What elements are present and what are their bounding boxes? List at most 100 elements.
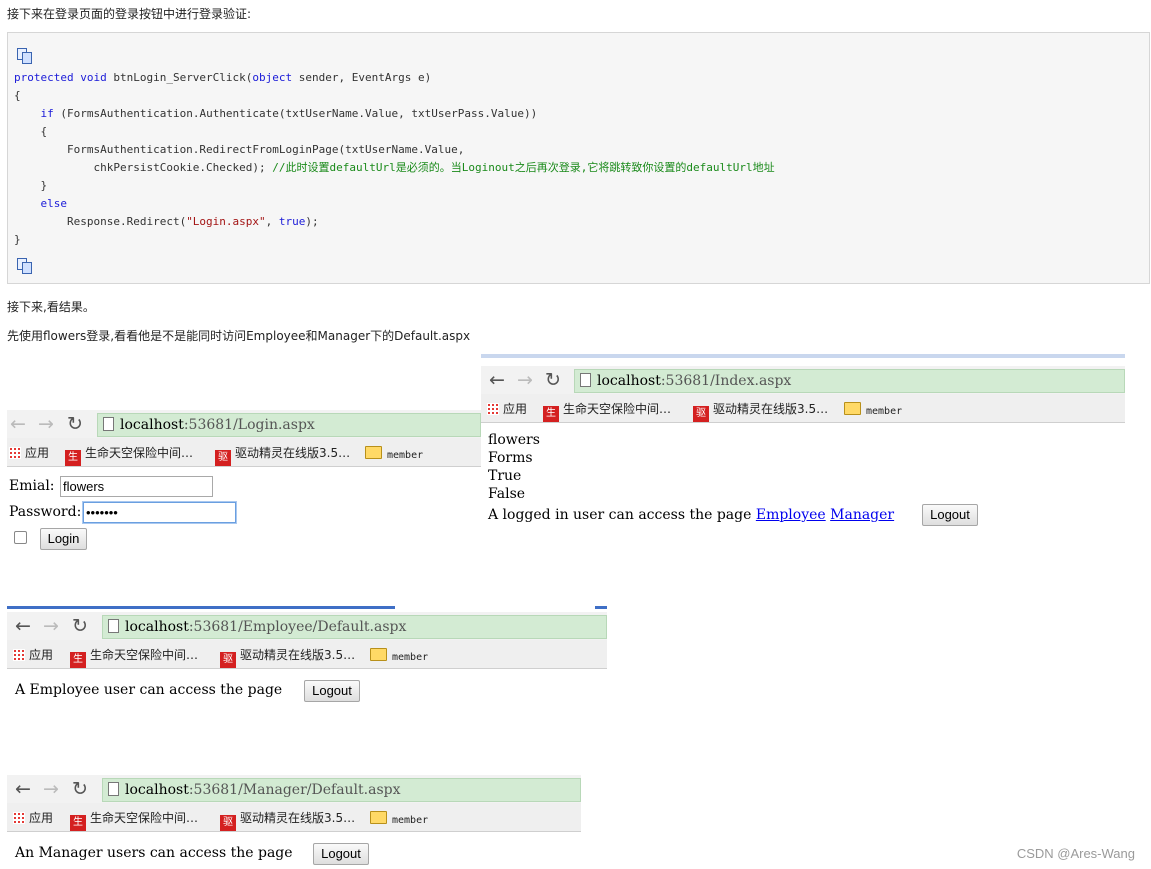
apps-grid-icon [9, 447, 21, 459]
copy-icon[interactable] [16, 258, 32, 274]
bookmark-1[interactable]: 生生命天空保险中间… [70, 809, 198, 831]
logout-button[interactable]: Logout [313, 843, 369, 865]
email-label: Emial: [9, 478, 55, 494]
test-description-text: 先使用flowers登录,看看他是不是能同时访问Employee和Manager… [7, 329, 471, 343]
employee-browser-window: ← → ↻ localhost:53681/Employee/Default.a… [7, 606, 607, 710]
password-field[interactable]: ••••••• [83, 502, 236, 523]
nav-bar: ← → ↻ localhost:53681/Login.aspx [7, 410, 481, 438]
apps-grid-icon [13, 649, 25, 661]
code-line: FormsAuthentication.RedirectFromLoginPag… [14, 143, 465, 156]
reload-icon[interactable]: ↻ [72, 778, 88, 800]
employee-link[interactable]: Employee [756, 507, 826, 523]
address-bar[interactable]: localhost:53681/Login.aspx [97, 413, 481, 437]
page-icon [103, 417, 114, 431]
code-line: protected void btnLogin_ServerClick(obje… [14, 71, 432, 84]
nav-bar: ← → ↻ localhost:53681/Manager/Default.as… [7, 775, 581, 803]
email-field[interactable]: flowers [60, 476, 213, 497]
forward-arrow-icon[interactable]: → [43, 778, 59, 800]
bookmark-site-icon: 驱 [220, 652, 236, 668]
forward-arrow-icon[interactable]: → [38, 413, 54, 435]
bookmark-site-icon: 驱 [215, 450, 231, 466]
window-title-strip [7, 606, 395, 609]
bookmark-2[interactable]: 驱驱动精灵在线版3.5… [220, 809, 355, 831]
folder-icon [844, 402, 861, 415]
page-icon [108, 619, 119, 633]
code-listing: protected void btnLogin_ServerClick(obje… [14, 69, 775, 249]
bookmark-1[interactable]: 生生命天空保险中间… [543, 400, 671, 422]
logout-button[interactable]: Logout [922, 504, 978, 526]
folder-icon [370, 648, 387, 661]
bookmark-1[interactable]: 生生命天空保险中间… [70, 646, 198, 668]
bookmark-site-icon: 驱 [693, 406, 709, 422]
bookmarks-bar: 应用 生生命天空保险中间… 驱驱动精灵在线版3.5… member [481, 394, 1125, 423]
bookmark-2[interactable]: 驱驱动精灵在线版3.5… [215, 444, 350, 466]
login-button[interactable]: Login [40, 528, 87, 550]
code-line: } [14, 233, 21, 246]
bookmark-member[interactable]: member [844, 402, 902, 417]
back-arrow-icon[interactable]: ← [15, 615, 31, 637]
code-line: chkPersistCookie.Checked); //此时设置default… [14, 161, 775, 174]
nav-bar: ← → ↻ localhost:53681/Index.aspx [481, 366, 1125, 394]
index-browser-window: ← → ↻ localhost:53681/Index.aspx 应用 生生命天… [481, 354, 1125, 532]
folder-icon [365, 446, 382, 459]
window-title-strip [481, 354, 1125, 358]
bookmarks-bar: 应用 生生命天空保险中间… 驱驱动精灵在线版3.5… member [7, 803, 581, 832]
apps-grid-icon [13, 812, 25, 824]
bookmark-site-icon: 驱 [220, 815, 236, 831]
nav-bar: ← → ↻ localhost:53681/Employee/Default.a… [7, 612, 607, 640]
back-arrow-icon[interactable]: ← [489, 369, 505, 391]
persist-cookie-checkbox[interactable] [14, 531, 27, 544]
forward-arrow-icon[interactable]: → [43, 615, 59, 637]
bookmark-apps[interactable]: 应用 [9, 444, 49, 461]
code-block: protected void btnLogin_ServerClick(obje… [7, 32, 1150, 284]
bookmark-member[interactable]: member [370, 811, 428, 826]
password-label: Password: [9, 504, 82, 520]
is-authenticated-line: True [488, 468, 522, 484]
page-icon [580, 373, 591, 387]
bookmark-site-icon: 生 [70, 652, 86, 668]
reload-icon[interactable]: ↻ [72, 615, 88, 637]
address-bar[interactable]: localhost:53681/Index.aspx [574, 369, 1125, 393]
code-line: { [14, 89, 21, 102]
bookmark-1[interactable]: 生生命天空保险中间… [65, 444, 193, 466]
code-line: if (FormsAuthentication.Authenticate(txt… [40, 107, 538, 120]
manager-browser-window: ← → ↻ localhost:53681/Manager/Default.as… [7, 775, 581, 869]
csdn-watermark: CSDN @Ares-Wang [1016, 846, 1135, 861]
reload-icon[interactable]: ↻ [67, 413, 83, 435]
access-message: A Employee user can access the page [15, 682, 283, 698]
flag-line: False [488, 486, 526, 502]
bookmark-member[interactable]: member [370, 648, 428, 663]
copy-icon[interactable] [16, 48, 32, 64]
bookmark-apps[interactable]: 应用 [13, 809, 53, 826]
intro-text: 接下来在登录页面的登录按钮中进行登录验证: [7, 7, 252, 21]
bookmark-apps[interactable]: 应用 [487, 400, 527, 417]
bookmark-site-icon: 生 [65, 450, 81, 466]
reload-icon[interactable]: ↻ [545, 369, 561, 391]
bookmark-apps[interactable]: 应用 [13, 646, 53, 663]
manager-link[interactable]: Manager [830, 507, 894, 523]
result-intro-text: 接下来,看结果。 [7, 300, 95, 314]
code-line: { [14, 125, 48, 138]
login-browser-window: ← → ↻ localhost:53681/Login.aspx 应用 生生命天… [7, 410, 481, 554]
address-bar[interactable]: localhost:53681/Employee/Default.aspx [102, 615, 607, 639]
code-line: Response.Redirect("Login.aspx", true); [14, 215, 319, 228]
forward-arrow-icon[interactable]: → [517, 369, 533, 391]
bookmarks-bar: 应用 生生命天空保险中间… 驱驱动精灵在线版3.5… member [7, 438, 481, 467]
folder-icon [370, 811, 387, 824]
bookmark-site-icon: 生 [70, 815, 86, 831]
logout-button[interactable]: Logout [304, 680, 360, 702]
address-bar[interactable]: localhost:53681/Manager/Default.aspx [102, 778, 581, 802]
access-message: An Manager users can access the page [15, 845, 293, 861]
bookmark-2[interactable]: 驱驱动精灵在线版3.5… [693, 400, 828, 422]
auth-type-line: Forms [488, 450, 533, 466]
bookmark-member[interactable]: member [365, 446, 423, 461]
back-arrow-icon[interactable]: ← [15, 778, 31, 800]
access-message: A logged in user can access the page Emp… [488, 507, 895, 523]
apps-grid-icon [487, 403, 499, 415]
username-line: flowers [488, 432, 540, 448]
bookmark-2[interactable]: 驱驱动精灵在线版3.5… [220, 646, 355, 668]
bookmark-site-icon: 生 [543, 406, 559, 422]
bookmarks-bar: 应用 生生命天空保险中间… 驱驱动精灵在线版3.5… member [7, 640, 607, 669]
back-arrow-icon[interactable]: ← [10, 413, 26, 435]
page-icon [108, 782, 119, 796]
